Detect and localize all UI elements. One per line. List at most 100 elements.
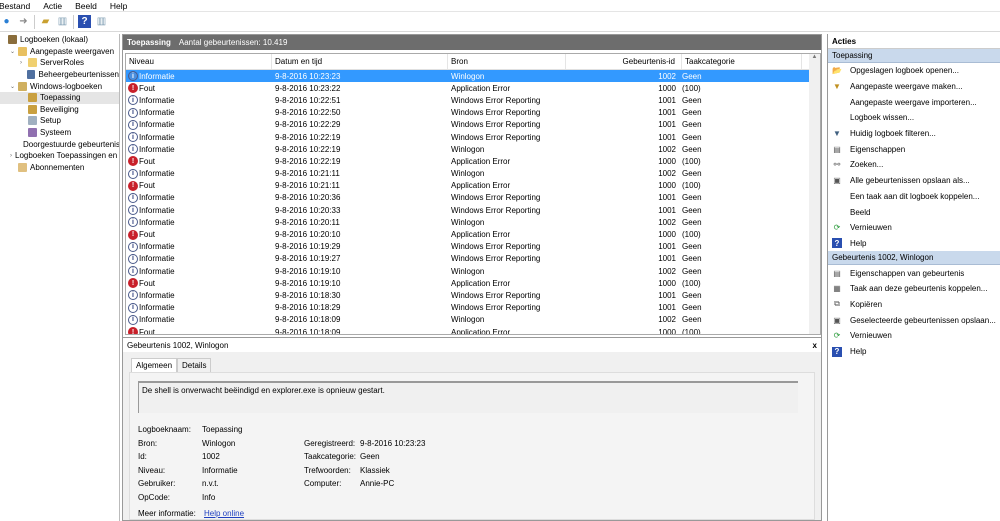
event-id-cell: 1002 — [658, 266, 676, 276]
table-row[interactable]: i Informatie 9-8-2016 10:22:50 Windows Erro… — [126, 107, 820, 119]
level-cell: ! Fout — [126, 83, 272, 94]
copy-icon: ⧉ — [834, 299, 840, 309]
menu-beeld[interactable]: Beeld — [71, 1, 101, 11]
table-row[interactable]: i Informatie 9-8-2016 10:19:27 Windows Erro… — [126, 253, 820, 265]
action-item[interactable]: ▼ Aangepaste weergave maken... — [828, 79, 1000, 95]
back-icon[interactable]: ● — [0, 15, 13, 28]
event-id-cell: 1001 — [658, 254, 676, 264]
menu-actie[interactable]: Actie — [39, 1, 66, 11]
action-item[interactable]: 📂 Opgeslagen logboek openen... — [828, 63, 1000, 79]
action-item[interactable]: ▼ Huidig logboek filteren... — [828, 126, 1000, 142]
action-item[interactable]: ▣ Geselecteerde gebeurtenissen opslaan... — [828, 312, 1000, 328]
tree-item[interactable]: Setup — [0, 115, 119, 127]
tree-item[interactable]: Beveiliging — [0, 104, 119, 116]
table-row[interactable]: i Informatie 9-8-2016 10:20:11 Winlogon 1002… — [126, 216, 820, 228]
info-icon: i — [128, 95, 138, 106]
help-online-link[interactable]: Help online — [204, 509, 244, 518]
tab-details[interactable]: Details — [177, 358, 212, 372]
action-item[interactable]: Logboek wissen... — [828, 110, 1000, 126]
tree-item[interactable]: Logboeken (lokaal) — [0, 34, 119, 46]
task-category-cell: (100) — [682, 230, 701, 240]
table-row[interactable]: i Informatie 9-8-2016 10:21:11 Winlogon 1002… — [126, 168, 820, 180]
level-cell: i Informatie — [126, 205, 272, 216]
action-item[interactable]: ⟳ Vernieuwen — [828, 220, 1000, 236]
table-row[interactable]: i Informatie 9-8-2016 10:22:19 Windows Erro… — [126, 131, 820, 143]
task-category-cell: (100) — [682, 181, 701, 191]
date-cell: 9-8-2016 10:22:19 — [275, 144, 341, 154]
close-icon[interactable]: x — [813, 341, 817, 350]
tab-algemeen[interactable]: Algemeen — [131, 358, 178, 372]
action-item[interactable]: ▣ Alle gebeurtenissen opslaan als... — [828, 173, 1000, 189]
chevron-icon[interactable]: ⌄ — [10, 48, 18, 55]
action-item[interactable]: Beeld — [828, 204, 1000, 220]
chevron-icon[interactable]: › — [20, 60, 28, 66]
event-id-cell: 1000 — [658, 230, 676, 240]
action-item[interactable]: ▤ Eigenschappen van gebeurtenis — [828, 265, 1000, 281]
table-row[interactable]: ! Fout 9-8-2016 10:22:19 Application Error 1… — [126, 155, 820, 167]
show-hide-actions-icon[interactable]: ▥ — [95, 15, 108, 28]
action-item[interactable]: ? Help — [828, 344, 1000, 360]
help-icon[interactable]: ? — [78, 15, 91, 28]
event-id-cell: 1001 — [658, 193, 676, 203]
table-row[interactable]: i Informatie 9-8-2016 10:20:36 Windows Erro… — [126, 192, 820, 204]
chevron-icon[interactable]: › — [10, 153, 12, 159]
table-row[interactable]: i Informatie 9-8-2016 10:22:51 Windows Erro… — [126, 94, 820, 106]
chevron-icon[interactable]: ⌄ — [10, 83, 18, 90]
info-icon: i — [128, 266, 138, 277]
action-item[interactable]: Aangepaste weergave importeren... — [828, 94, 1000, 110]
table-row[interactable]: ! Fout 9-8-2016 10:23:22 Application Error 1… — [126, 82, 820, 94]
column-niveau[interactable]: Niveau — [126, 54, 272, 69]
tree-item[interactable]: › ServerRoles — [0, 57, 119, 69]
column-datum[interactable]: Datum en tijd — [272, 54, 448, 69]
tree-item[interactable]: ⌄ Windows-logboeken — [0, 80, 119, 92]
table-row[interactable]: ! Fout 9-8-2016 10:20:10 Application Error 1… — [126, 228, 820, 240]
menu-bestand[interactable]: Bestand — [0, 1, 34, 11]
tree-item[interactable]: Beheergebeurtenissen — [0, 69, 119, 81]
table-row[interactable]: i Informatie 9-8-2016 10:19:29 Windows Erro… — [126, 241, 820, 253]
properties-icon: ▤ — [833, 144, 841, 154]
table-row[interactable]: i Informatie 9-8-2016 10:20:33 Windows Erro… — [126, 204, 820, 216]
table-row[interactable]: i Informatie 9-8-2016 10:23:23 Winlogon 1002… — [126, 70, 820, 83]
save-icon: ▣ — [833, 315, 841, 325]
tree-item[interactable]: ›Logboeken Toepassingen en services — [0, 150, 119, 162]
error-icon: ! — [128, 83, 138, 94]
action-item[interactable]: ⚯ Zoeken... — [828, 157, 1000, 173]
table-row[interactable]: i Informatie 9-8-2016 10:18:30 Windows Erro… — [126, 289, 820, 301]
action-item[interactable]: ⧉ Kopiëren — [828, 297, 1000, 313]
action-item[interactable]: ▤ Eigenschappen — [828, 141, 1000, 157]
table-row[interactable]: ! Fout 9-8-2016 10:19:10 Application Error 1… — [126, 277, 820, 289]
table-row[interactable]: ! Fout 9-8-2016 10:18:09 Application Error 1… — [126, 326, 820, 334]
table-row[interactable]: i Informatie 9-8-2016 10:18:29 Windows Erro… — [126, 302, 820, 314]
action-label: Taak aan deze gebeurtenis koppelen... — [850, 284, 988, 294]
show-hide-tree-icon[interactable]: ▥ — [56, 15, 69, 28]
action-item[interactable]: ? Help — [828, 236, 1000, 252]
tree-item[interactable]: ⌄ Aangepaste weergaven — [0, 46, 119, 58]
tree-item[interactable]: Toepassing — [0, 91, 119, 104]
action-item[interactable]: Een taak aan dit logboek koppelen... — [828, 189, 1000, 205]
date-cell: 9-8-2016 10:23:22 — [275, 83, 341, 93]
tree-item[interactable]: Doorgestuurde gebeurtenissen — [0, 138, 119, 150]
action-item[interactable]: ▦ Taak aan deze gebeurtenis koppelen... — [828, 281, 1000, 297]
level-cell: i Informatie — [126, 253, 272, 264]
table-row[interactable]: i Informatie 9-8-2016 10:18:09 Winlogon 1002… — [126, 314, 820, 326]
column-taakcategorie[interactable]: Taakcategorie — [682, 54, 802, 69]
column-bron[interactable]: Bron — [448, 54, 566, 69]
info-icon: i — [128, 314, 138, 325]
vertical-scrollbar[interactable]: ▲ — [809, 54, 820, 334]
table-row[interactable]: i Informatie 9-8-2016 10:22:29 Windows Erro… — [126, 119, 820, 131]
table-row[interactable]: i Informatie 9-8-2016 10:19:10 Winlogon 1002… — [126, 265, 820, 277]
source-cell: Windows Error Reporting — [451, 95, 541, 105]
table-row[interactable]: i Informatie 9-8-2016 10:22:19 Winlogon 1002… — [126, 143, 820, 155]
action-item[interactable]: ⟳ Vernieuwen — [828, 328, 1000, 344]
menu-help[interactable]: Help — [106, 1, 131, 11]
date-cell: 9-8-2016 10:20:36 — [275, 193, 341, 203]
up-folder-icon[interactable]: ▰ — [39, 15, 52, 28]
table-row[interactable]: ! Fout 9-8-2016 10:21:11 Application Error 1… — [126, 180, 820, 192]
date-cell: 9-8-2016 10:19:10 — [275, 266, 341, 276]
field-value: Winlogon — [202, 438, 236, 448]
actions-section-title: Toepassing — [828, 49, 1000, 63]
forward-icon[interactable]: ➜ — [17, 15, 30, 28]
column-id[interactable]: Gebeurtenis-id — [566, 54, 682, 69]
tree-item[interactable]: Abonnementen — [0, 162, 119, 174]
tree-item[interactable]: Systeem — [0, 127, 119, 139]
